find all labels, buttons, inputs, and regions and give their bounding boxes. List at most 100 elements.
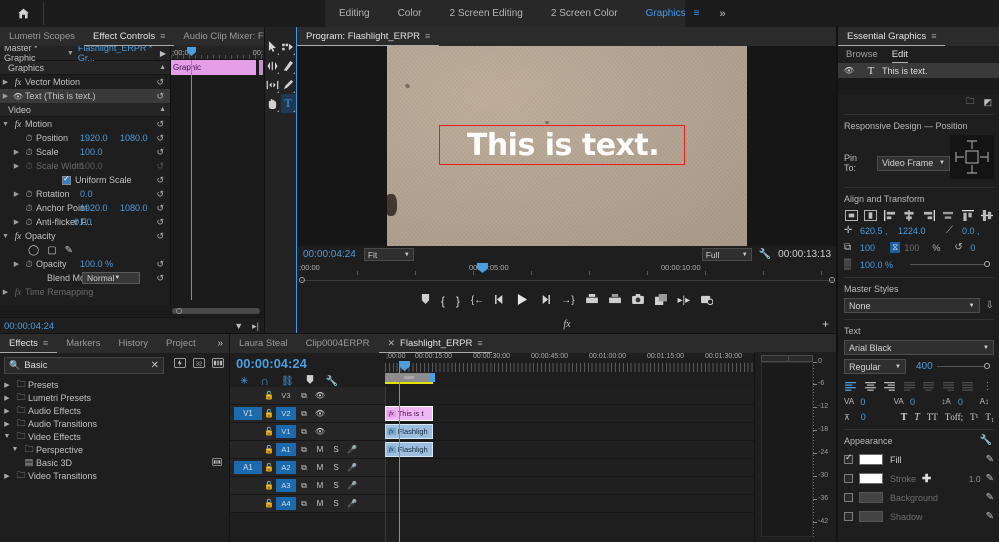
panel-menu-icon[interactable]: ≡ — [477, 338, 482, 348]
twirl-icon[interactable]: ▼ — [0, 233, 11, 240]
align-text-justify-all-icon[interactable] — [961, 380, 974, 393]
reset-icon[interactable]: ↺ — [156, 77, 164, 88]
shadow-checkbox[interactable] — [844, 512, 853, 521]
tab-program-monitor[interactable]: Program: Flashlight_ERPR ≡ — [297, 27, 439, 46]
comparison-view-button[interactable] — [655, 294, 667, 308]
sync-lock-icon[interactable]: ⧉ — [296, 481, 312, 491]
panel-divider-tools-left[interactable] — [264, 27, 265, 334]
leading-value[interactable]: 0 — [958, 397, 978, 407]
close-icon[interactable]: ✕ — [388, 338, 396, 349]
align-vertical-distribute-icon[interactable] — [980, 208, 994, 222]
play-stop-button[interactable] — [517, 294, 528, 308]
scrollbar-handle-right[interactable] — [829, 277, 835, 283]
twirl-icon[interactable]: ▶ — [11, 148, 22, 156]
wrench-icon[interactable]: 🔧 — [980, 435, 992, 446]
align-top-icon[interactable] — [961, 208, 975, 222]
eg-layer-row[interactable]: 👁 T This is text. — [838, 63, 999, 78]
panel-divider-meter[interactable] — [754, 352, 755, 542]
tab-history[interactable]: History — [109, 334, 157, 353]
scale-value[interactable]: 100.0 — [80, 147, 103, 157]
pin-diagram[interactable] — [950, 135, 994, 179]
go-to-out-button[interactable]: →} — [561, 295, 574, 306]
sync-lock-icon[interactable]: ⧉ — [296, 499, 312, 509]
playback-resolution-select[interactable]: Full ▼ — [702, 248, 752, 261]
workspace-overflow-button[interactable]: » — [707, 0, 737, 27]
solo-icon[interactable]: S — [328, 481, 344, 490]
lock-icon[interactable]: 🔓 — [262, 499, 276, 508]
align-right-icon[interactable] — [922, 208, 936, 222]
microphone-icon[interactable]: 🎤 — [344, 499, 360, 508]
effects-tree-row-video-transitions[interactable]: ▶ 🗀 Video Transitions — [0, 469, 230, 482]
new-folder-icon[interactable]: 🗀 — [965, 94, 974, 110]
eyedropper-icon[interactable]: ✎ — [986, 492, 994, 503]
scrollbar-handle-left[interactable] — [299, 277, 305, 283]
workspace-2-screen-color[interactable]: 2 Screen Color — [537, 0, 632, 27]
workspace-2-screen-editing[interactable]: 2 Screen Editing — [435, 0, 536, 27]
track-name-v2[interactable]: V2 — [276, 407, 296, 420]
effects-tree-row-basic-3d[interactable]: ▤ Basic 3D — [0, 456, 230, 469]
twirl-icon[interactable]: ▶ — [11, 218, 22, 226]
fill-color-swatch[interactable] — [859, 454, 883, 465]
twirl-icon[interactable]: ▼ — [0, 433, 14, 440]
vertical-text-icon[interactable]: ⋮ — [981, 380, 994, 393]
subscript-icon[interactable]: T₁ — [985, 412, 994, 422]
position-x-value[interactable]: 1920.0 — [80, 133, 108, 143]
master-styles-select[interactable]: None ▼ — [844, 298, 980, 313]
eg-layer-name[interactable]: This is text. — [882, 66, 928, 76]
twirl-icon[interactable]: ▶ — [11, 190, 22, 198]
panel-menu-icon[interactable]: ≡ — [425, 31, 430, 41]
reset-icon[interactable]: ↺ — [156, 189, 164, 200]
source-patch-v2[interactable]: V1 — [234, 407, 262, 420]
effects-search-box[interactable]: 🔍 ✕ — [4, 357, 164, 374]
panel-divider-right[interactable] — [836, 27, 837, 542]
tab-clip0004erpr[interactable]: Clip0004ERPR — [297, 334, 379, 353]
twirl-icon[interactable]: ▶ — [0, 381, 14, 389]
ellipse-mask-icon[interactable]: ◯ — [28, 245, 39, 256]
group-video[interactable]: Video ▲ — [0, 103, 170, 117]
anchor-y-value[interactable]: 1080.0 — [120, 203, 148, 213]
row-uniform-scale[interactable]: Uniform Scale ↺ — [0, 173, 170, 187]
effects-search-input[interactable] — [24, 360, 150, 371]
position-y-value[interactable]: 1080.0 — [120, 133, 148, 143]
tab-audio-clip-mixer[interactable]: Audio Clip Mixer: Flashligl — [174, 27, 265, 46]
row-anchor-point[interactable]: ⏱ Anchor Point 1920.0 1080.0 ↺ — [0, 201, 170, 215]
anti-flicker-value[interactable]: 0.00 — [74, 217, 92, 227]
effects-tree-row-perspective[interactable]: ▼ 🗀 Perspective — [0, 443, 230, 456]
faux-italic-icon[interactable]: T — [914, 412, 920, 423]
sync-lock-icon[interactable]: ⧉ — [296, 427, 312, 437]
ec-scroll-knob[interactable] — [172, 308, 260, 314]
twirl-icon[interactable]: ▼ — [8, 446, 22, 453]
stopwatch-icon[interactable]: ⏱ — [22, 217, 36, 228]
twirl-icon[interactable]: ▶ — [11, 260, 22, 268]
mark-out-button[interactable]: } — [456, 294, 460, 308]
ripple-edit-tool[interactable] — [265, 56, 280, 75]
track-name-a4[interactable]: A4 — [276, 497, 296, 510]
stopwatch-icon[interactable]: ⏱ — [22, 259, 36, 270]
track-name-a1[interactable]: A1 — [276, 443, 296, 456]
effects-tree-row-presets[interactable]: ▶ 🗀 Presets — [0, 378, 230, 391]
reset-icon[interactable]: ↺ — [156, 91, 164, 102]
sync-lock-icon[interactable]: ⧉ — [296, 445, 312, 455]
anchor-x-value[interactable]: 1920.0 — [80, 203, 108, 213]
tab-essential-graphics[interactable]: Essential Graphics ≡ — [838, 27, 945, 46]
pin-to-select[interactable]: Video Frame ▼ — [877, 156, 950, 171]
align-distribute-horizontal-icon[interactable] — [941, 208, 955, 222]
linked-selection-icon[interactable]: ⛓ — [281, 376, 294, 387]
selection-tool[interactable] — [265, 37, 280, 56]
eyedropper-icon[interactable]: ✎ — [986, 473, 994, 484]
group-graphics[interactable]: Graphics ▲ — [0, 61, 170, 75]
tab-flashlight-erpr[interactable]: ✕ Flashlight_ERPR ≡ — [379, 334, 492, 353]
eg-layer-empty-area[interactable] — [838, 78, 999, 94]
kerning-value[interactable]: 0 — [910, 397, 933, 407]
rotation-value[interactable]: 0.0 , — [962, 226, 980, 236]
scale-x-value[interactable]: 100 — [860, 243, 890, 253]
align-horizontal-center-icon[interactable] — [844, 208, 858, 222]
stopwatch-icon[interactable]: ⏱ — [22, 203, 36, 214]
row-vector-motion[interactable]: ▶ fx Vector Motion ↺ — [0, 75, 170, 89]
twirl-icon[interactable]: ▶ — [0, 92, 11, 100]
expand-arrow-icon[interactable]: ▶ — [160, 49, 166, 58]
snap-icon[interactable]: ∩ — [260, 374, 269, 388]
reset-icon[interactable]: ↺ — [156, 119, 164, 130]
button-editor[interactable] — [701, 294, 713, 308]
row-scale[interactable]: ▶ ⏱ Scale 100.0 ↺ — [0, 145, 170, 159]
